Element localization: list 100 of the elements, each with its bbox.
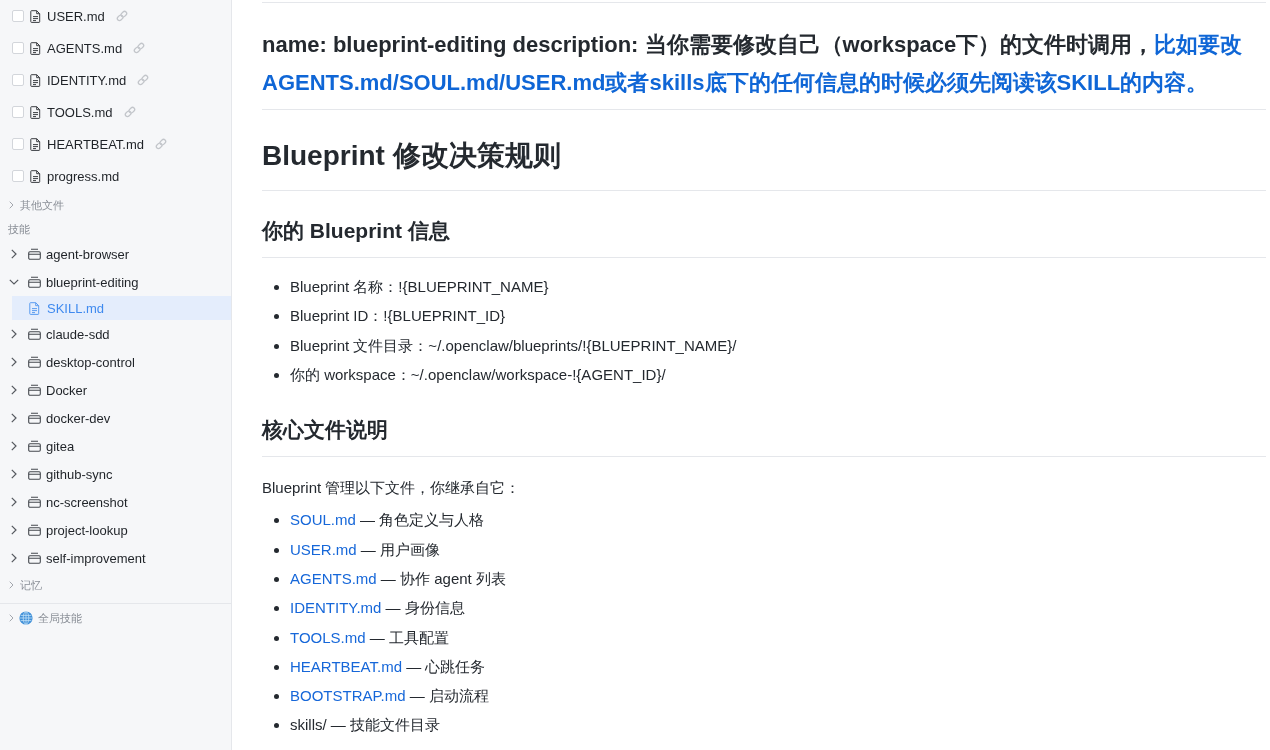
file-link[interactable]: BOOTSTRAP.md — [290, 687, 406, 705]
list-item-text: SOUL.md — 角色定义与人格 — [290, 511, 485, 531]
skill-row[interactable]: claude-sdd — [0, 320, 231, 348]
file-name: IDENTITY.md — [47, 72, 127, 88]
skill-row[interactable]: agent-browser — [0, 240, 231, 268]
checkbox[interactable] — [12, 138, 24, 150]
file-row[interactable]: AGENTS.md — [0, 32, 231, 64]
group-label: 技能 — [7, 222, 31, 237]
list-item-text: 你的 workspace：~/.openclaw/workspace-!{AGENT_ID}/ — [290, 366, 666, 386]
page-title: Blueprint 修改决策规则 — [262, 138, 1266, 191]
section-label: 其他文件 — [20, 197, 64, 213]
skill-row[interactable]: self-improvement — [0, 544, 231, 572]
bullet-icon — [274, 723, 279, 729]
document-icon — [30, 9, 41, 23]
section-label: 记忆 — [20, 577, 42, 593]
skill-name: nc-screenshot — [46, 494, 128, 510]
bullet-icon — [274, 576, 279, 582]
skill-row[interactable]: github-sync — [0, 460, 231, 488]
skill-name: claude-sdd — [46, 326, 110, 342]
file-link[interactable]: USER.md — [290, 540, 357, 558]
file-link[interactable]: IDENTITY.md — [290, 599, 382, 617]
skill-row[interactable]: gitea — [0, 432, 231, 460]
bullet-icon — [274, 314, 279, 320]
file-name: HEARTBEAT.md — [47, 136, 145, 152]
skill-name: Docker — [46, 382, 88, 398]
section-label: 全局技能 — [38, 610, 82, 626]
skill-description-heading: name: blueprint-editing description: 当你需要修改自己（workspace下）的文件时调用，比如要改AGENTS.md/SOUL.md/USER.md或者skills底下的任何信息的时候必须先阅读该SKILL的内容。 — [262, 3, 1266, 110]
list-item-text: Blueprint 文件目录：~/.openclaw/blueprints/!{BLUEPRINT_NAME}/ — [290, 336, 737, 356]
skill-name: desktop-control — [46, 354, 135, 370]
skill-name: project-lookup — [46, 522, 128, 538]
box-icon — [28, 276, 41, 288]
box-icon — [28, 440, 41, 452]
box-icon — [28, 496, 41, 508]
checkbox[interactable] — [12, 170, 24, 182]
box-icon — [28, 412, 41, 424]
skill-name: github-sync — [46, 466, 113, 482]
skill-name: docker-dev — [46, 410, 111, 426]
bullet-icon — [274, 343, 279, 349]
file-name: AGENTS.md — [47, 40, 123, 56]
box-icon — [28, 524, 41, 536]
list-item-text: skills/ — 技能文件目录 — [290, 716, 440, 736]
bullet-icon — [274, 373, 279, 379]
list-item-text: Blueprint 名称：!{BLUEPRINT_NAME} — [290, 278, 549, 298]
skill-name: agent-browser — [46, 246, 130, 262]
box-icon — [28, 468, 41, 480]
checkbox[interactable] — [12, 74, 24, 86]
bullet-icon — [274, 606, 279, 612]
file-link[interactable]: SOUL.md — [290, 511, 356, 529]
document-icon — [30, 73, 41, 87]
list-item-text: IDENTITY.md — 身份信息 — [290, 599, 465, 619]
list-item-text: Blueprint ID：!{BLUEPRINT_ID} — [290, 307, 506, 327]
document-icon — [30, 41, 41, 55]
file-link[interactable]: HEARTBEAT.md — [290, 657, 402, 675]
list-item-text: USER.md — 用户画像 — [290, 540, 441, 560]
paragraph: Blueprint 管理以下文件，你继承自它： — [262, 478, 522, 499]
document-icon — [30, 105, 41, 119]
document-icon — [30, 137, 41, 151]
checkbox[interactable] — [12, 42, 24, 54]
section-heading: 核心文件说明 — [262, 416, 1266, 458]
checkbox[interactable] — [12, 106, 24, 118]
globe-icon — [19, 611, 33, 625]
file-name: progress.md — [47, 168, 120, 184]
list-item-text: AGENTS.md — 协作 agent 列表 — [290, 569, 506, 589]
skill-name: blueprint-editing — [46, 274, 139, 290]
bullet-icon — [274, 635, 279, 641]
file-link[interactable]: AGENTS.md — [290, 569, 377, 587]
skill-name: gitea — [46, 438, 75, 454]
file-row[interactable]: IDENTITY.md — [0, 64, 231, 96]
skill-row[interactable]: docker-dev — [0, 404, 231, 432]
file-row[interactable]: TOOLS.md — [0, 96, 231, 128]
section-heading: 你的 Blueprint 信息 — [262, 217, 1266, 258]
bullet-icon — [274, 694, 279, 700]
file-name: SKILL.md — [47, 300, 105, 316]
skill-row[interactable]: blueprint-editing — [0, 268, 231, 296]
skill-row[interactable]: Docker — [0, 376, 231, 404]
file-row[interactable]: USER.md — [0, 0, 231, 32]
document-icon — [29, 301, 40, 315]
file-name: TOOLS.md — [47, 104, 113, 120]
list-item-text: BOOTSTRAP.md — 启动流程 — [290, 687, 489, 707]
list-item-text: TOOLS.md — 工具配置 — [290, 628, 449, 648]
file-row[interactable]: progress.md — [0, 160, 231, 192]
bullet-icon — [274, 285, 279, 291]
bullet-icon — [274, 518, 279, 524]
file-link[interactable]: TOOLS.md — [290, 628, 366, 646]
list-item-text: HEARTBEAT.md — 心跳任务 — [290, 657, 486, 677]
skill-name: self-improvement — [46, 550, 146, 566]
document-icon — [30, 169, 41, 183]
bullet-icon — [274, 547, 279, 553]
file-row[interactable]: HEARTBEAT.md — [0, 128, 231, 160]
box-icon — [28, 552, 41, 564]
skill-row[interactable]: desktop-control — [0, 348, 231, 376]
checkbox[interactable] — [12, 10, 24, 22]
skill-row[interactable]: project-lookup — [0, 516, 231, 544]
bullet-icon — [274, 664, 279, 670]
box-icon — [28, 356, 41, 368]
box-icon — [28, 384, 41, 396]
file-name: USER.md — [47, 8, 105, 24]
box-icon — [28, 328, 41, 340]
skill-row[interactable]: nc-screenshot — [0, 488, 231, 516]
box-icon — [28, 248, 41, 260]
